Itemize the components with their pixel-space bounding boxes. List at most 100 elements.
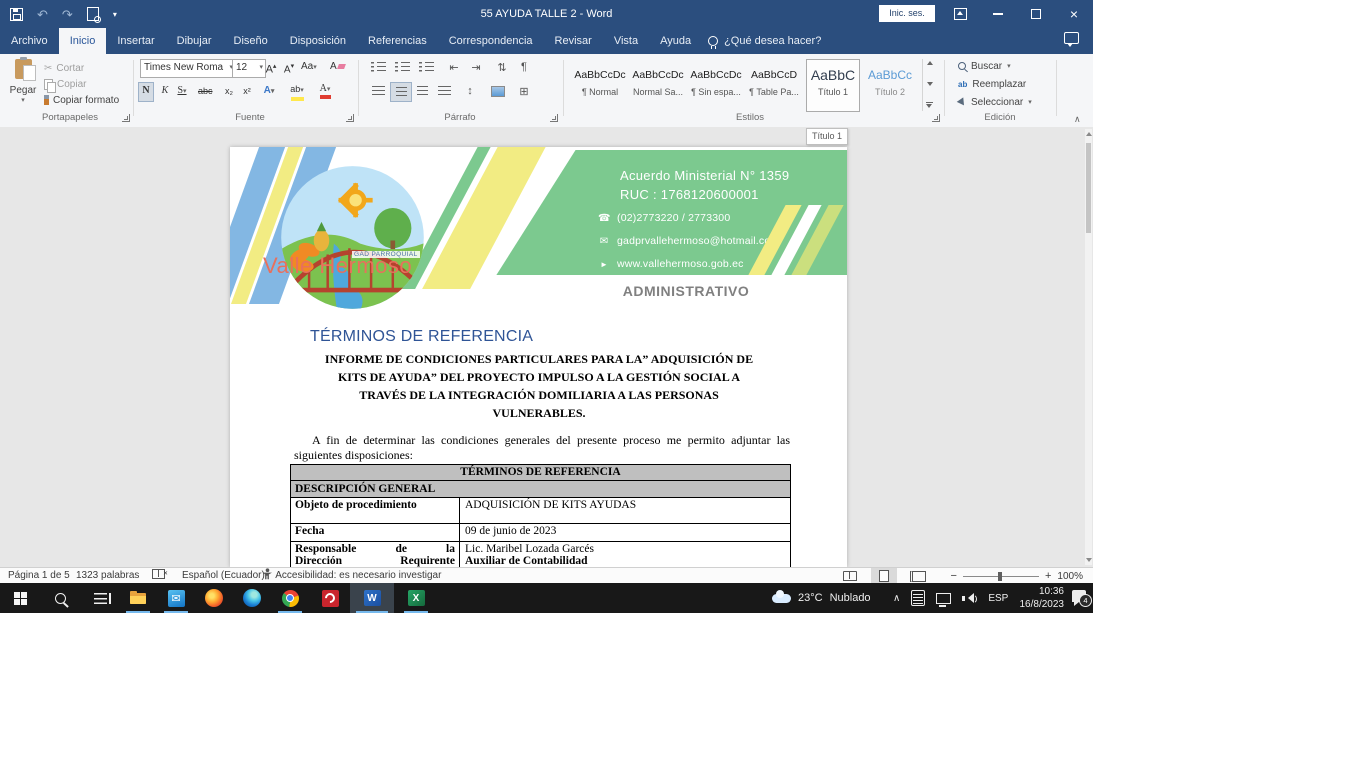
scroll-up-icon[interactable] [1086, 132, 1092, 136]
tab-referencias[interactable]: Referencias [357, 28, 438, 54]
keyboard-language[interactable]: ESP [988, 593, 1008, 604]
subscript-button[interactable]: x₂ [222, 82, 236, 100]
collapse-ribbon-icon[interactable]: ∧ [1074, 114, 1081, 125]
tab-insertar[interactable]: Insertar [106, 28, 165, 54]
align-right-button[interactable] [412, 82, 432, 100]
line-spacing-button[interactable]: ↕ [460, 82, 480, 100]
redo-icon[interactable]: ↷ [62, 8, 73, 21]
underline-button[interactable]: S▾ [175, 82, 189, 100]
taskbar-search-button[interactable] [40, 583, 80, 613]
text-effects-button[interactable]: A▾ [262, 82, 276, 100]
edge-button[interactable] [232, 583, 272, 613]
mail-button[interactable]: ✉ [156, 583, 196, 613]
justify-button[interactable] [434, 82, 454, 100]
read-mode-button[interactable] [837, 568, 863, 584]
select-button[interactable]: Seleccionar▾ [958, 94, 1032, 110]
zoom-in-button[interactable]: + [1045, 571, 1051, 582]
scrollbar-thumb[interactable] [1086, 143, 1091, 233]
multilevel-list-button[interactable] [416, 58, 436, 76]
font-color-button[interactable]: A▾ [318, 80, 332, 98]
network-icon[interactable] [936, 593, 951, 604]
style-normal[interactable]: AaBbCcDc ¶ Normal [574, 59, 626, 111]
scroll-down-icon[interactable] [1086, 558, 1092, 562]
italic-button[interactable]: K [158, 82, 172, 100]
strikethrough-button[interactable]: abc [198, 82, 213, 100]
file-explorer-button[interactable] [118, 583, 158, 613]
zoom-out-button[interactable]: − [951, 571, 957, 582]
accessibility-status[interactable]: Accesibilidad: es necesario investigar [262, 568, 441, 584]
save-icon[interactable] [10, 8, 23, 21]
paste-button[interactable]: Pegar [6, 58, 40, 110]
font-family-combo[interactable]: Times New Roma [140, 59, 236, 78]
feedback-bubble-icon[interactable] [1064, 32, 1079, 44]
web-layout-button[interactable] [905, 568, 931, 584]
find-button[interactable]: Buscar▾ [958, 58, 1011, 74]
decrease-indent-button[interactable]: ⇤ [444, 58, 464, 76]
gallery-up-icon[interactable] [927, 61, 933, 65]
customize-qat-icon[interactable]: ▾ [113, 10, 117, 19]
tab-disposicion[interactable]: Disposición [279, 28, 357, 54]
styles-dialog-launcher-icon[interactable] [932, 114, 940, 122]
replace-button[interactable]: abReemplazar [958, 76, 1026, 92]
format-painter-button[interactable]: Copiar formato [44, 92, 119, 108]
ribbon-display-options-button[interactable] [941, 0, 979, 28]
chrome-button[interactable] [270, 583, 310, 613]
highlight-button[interactable]: ab▾ [290, 80, 304, 98]
taskbar-clock[interactable]: 10:36 16/8/2023 [1008, 585, 1064, 611]
zoom-slider[interactable] [963, 576, 1039, 577]
style-titulo-2[interactable]: AaBbCc Título 2 [864, 59, 916, 111]
zoom-level[interactable]: 100% [1057, 571, 1083, 582]
tell-me-box[interactable]: ¿Qué desea hacer? [708, 28, 821, 54]
bold-button[interactable]: N [138, 82, 154, 102]
zoom-slider-thumb[interactable] [998, 572, 1002, 581]
notification-center-button[interactable]: 4 [1072, 590, 1086, 602]
cut-button[interactable]: ✂Cortar [44, 60, 119, 76]
restore-button[interactable] [1017, 0, 1055, 28]
copy-button[interactable]: Copiar [44, 76, 119, 92]
minimize-button[interactable] [979, 0, 1017, 28]
style-table-paragraph[interactable]: AaBbCcD ¶ Table Pa... [748, 59, 800, 111]
gallery-down-icon[interactable] [927, 82, 933, 86]
proofing-status[interactable] [152, 568, 165, 584]
tab-revisar[interactable]: Revisar [544, 28, 603, 54]
font-dialog-launcher-icon[interactable] [346, 114, 354, 122]
paragraph-dialog-launcher-icon[interactable] [550, 114, 558, 122]
increase-indent-button[interactable]: ⇥ [466, 58, 486, 76]
tab-dibujar[interactable]: Dibujar [166, 28, 223, 54]
volume-icon[interactable] [962, 592, 977, 604]
font-size-combo[interactable]: 12 [232, 59, 266, 78]
bullets-button[interactable] [368, 58, 388, 76]
excel-button[interactable]: X [396, 583, 436, 613]
sort-button[interactable]: ⇅ [492, 58, 512, 76]
print-layout-button[interactable] [871, 568, 897, 584]
word-button[interactable]: W [350, 583, 394, 613]
styles-gallery-scroll[interactable] [922, 59, 936, 111]
change-case-button[interactable]: Aa▾ [301, 58, 317, 76]
grow-font-button[interactable]: A▴ [264, 58, 278, 76]
shrink-font-button[interactable]: A▾ [282, 58, 296, 76]
vertical-scrollbar[interactable] [1085, 129, 1092, 565]
adobe-reader-button[interactable] [310, 583, 350, 613]
show-hidden-icons-button[interactable]: ∧ [893, 593, 900, 604]
undo-icon[interactable]: ↶ [37, 8, 48, 21]
tab-vista[interactable]: Vista [603, 28, 649, 54]
taskbar-weather[interactable]: 23°C Nublado [772, 583, 871, 613]
page-indicator[interactable]: Página 1 de 5 [8, 568, 70, 584]
sign-in-button[interactable]: Inic. ses. [879, 5, 935, 22]
align-center-button[interactable] [390, 82, 412, 102]
gallery-more-icon[interactable] [926, 102, 933, 109]
borders-button[interactable]: ⊞ [514, 82, 534, 100]
tray-app-icon[interactable] [911, 590, 925, 606]
language-indicator[interactable]: Español (Ecuador) [182, 568, 265, 584]
tab-correspondencia[interactable]: Correspondencia [438, 28, 544, 54]
style-normal-sa[interactable]: AaBbCcDc Normal Sa... [632, 59, 684, 111]
tab-diseno[interactable]: Diseño [223, 28, 279, 54]
numbering-button[interactable] [392, 58, 412, 76]
print-preview-icon[interactable] [87, 7, 99, 21]
start-button[interactable] [0, 583, 40, 613]
clipboard-dialog-launcher-icon[interactable] [122, 114, 130, 122]
shading-button[interactable] [488, 82, 508, 100]
align-left-button[interactable] [368, 82, 388, 100]
pilcrow-button[interactable]: ¶ [514, 58, 534, 76]
style-titulo-1[interactable]: AaBbC Título 1 [806, 59, 860, 112]
